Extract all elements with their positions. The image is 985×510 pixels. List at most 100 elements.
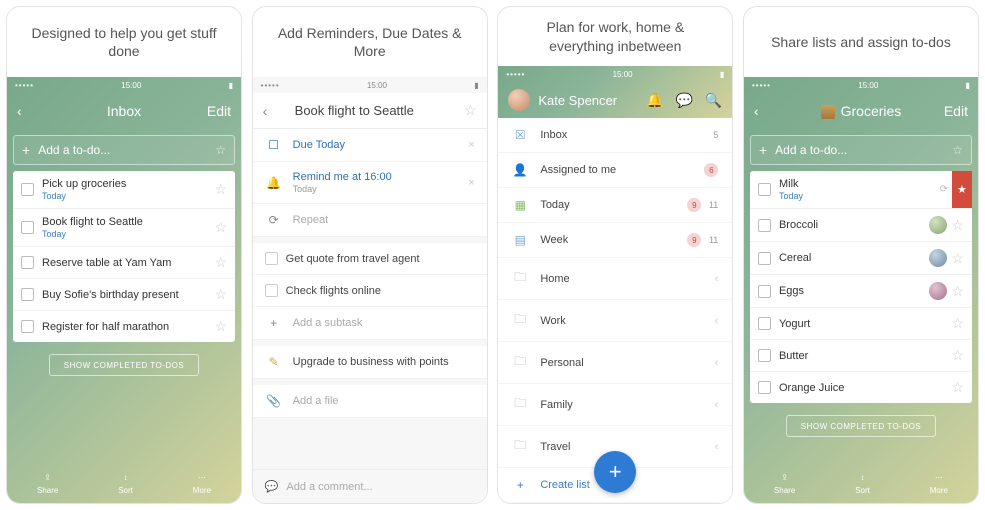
fab-add-button[interactable]: + — [594, 451, 636, 493]
add-todo-input[interactable]: + Add a to-do... ☆ — [750, 135, 972, 165]
clear-icon[interactable]: × — [468, 139, 474, 151]
star-icon[interactable]: ☆ — [951, 315, 964, 332]
repeat-row[interactable]: ⟳ Repeat — [253, 204, 487, 237]
share-button[interactable]: ⇪Share — [37, 473, 58, 495]
checkbox[interactable] — [758, 381, 771, 394]
todo-item[interactable]: Butter ☆ — [750, 340, 972, 372]
checkbox[interactable] — [21, 288, 34, 301]
comment-icon: 💬 — [265, 480, 279, 493]
star-icon[interactable]: ☆ — [951, 217, 964, 234]
show-completed-button[interactable]: SHOW COMPLETED TO-DOS — [786, 415, 936, 437]
edit-button[interactable]: Edit — [203, 103, 231, 119]
checkbox[interactable] — [21, 183, 34, 196]
todo-item[interactable]: Broccoli ☆ — [750, 209, 972, 242]
todo-item[interactable]: Reserve table at Yam Yam ☆ — [13, 247, 235, 279]
show-completed-button[interactable]: SHOW COMPLETED TO-DOS — [49, 354, 199, 376]
status-bar: ••••• 15:00 ▮ — [498, 66, 732, 82]
todo-item[interactable]: Yogurt ☆ — [750, 308, 972, 340]
share-button[interactable]: ⇪Share — [774, 473, 795, 495]
nav-title: Book flight to Seattle — [291, 103, 449, 118]
smart-item-today[interactable]: ▦ Today 911 — [498, 188, 732, 223]
status-time: 15:00 — [367, 81, 387, 90]
todo-item[interactable]: Cereal ☆ — [750, 242, 972, 275]
checkbox[interactable] — [758, 183, 771, 196]
checkbox[interactable] — [21, 256, 34, 269]
subtask-item[interactable]: Check flights online — [253, 275, 487, 307]
todo-item[interactable]: Register for half marathon ☆ — [13, 311, 235, 342]
bell-icon[interactable]: 🔔 — [646, 92, 663, 109]
star-icon: ☆ — [215, 143, 226, 157]
star-flag[interactable]: ★ — [952, 171, 972, 208]
star-icon[interactable]: ☆ — [951, 347, 964, 364]
chat-icon[interactable]: 💬 — [675, 92, 692, 109]
caption-4: Share lists and assign to-dos — [744, 7, 978, 77]
star-icon[interactable]: ☆ — [214, 219, 227, 236]
repeat-icon: ⟳ — [265, 213, 283, 227]
todo-item[interactable]: Book flight to SeattleToday ☆ — [13, 209, 235, 247]
plus-icon: + — [265, 316, 283, 330]
checkbox[interactable] — [265, 252, 278, 265]
edit-button[interactable]: Edit — [940, 103, 968, 119]
checkbox[interactable] — [265, 284, 278, 297]
smart-item-assigned[interactable]: 👤 Assigned to me 6 — [498, 153, 732, 188]
star-icon[interactable]: ☆ — [951, 250, 964, 267]
checkbox[interactable] — [758, 317, 771, 330]
todo-item[interactable]: MilkToday ⟳ ★ — [750, 171, 972, 209]
assignee-avatar — [929, 216, 947, 234]
checkbox[interactable] — [758, 219, 771, 232]
more-button[interactable]: ⋯More — [930, 473, 948, 495]
todo-item[interactable]: Eggs ☆ — [750, 275, 972, 308]
more-button[interactable]: ⋯More — [193, 473, 211, 495]
star-icon[interactable]: ☆ — [214, 318, 227, 335]
add-file-row[interactable]: 📎 Add a file — [253, 385, 487, 418]
detail-list: ☐ Due Today × 🔔 Remind me at 16:00Today … — [253, 129, 487, 237]
add-todo-input[interactable]: + Add a to-do... ☆ — [13, 135, 235, 165]
star-icon[interactable]: ☆ — [214, 286, 227, 303]
caption-3: Plan for work, home & everything inbetwe… — [498, 7, 732, 66]
todo-item[interactable]: Pick up groceriesToday ☆ — [13, 171, 235, 209]
nav-bar: ‹ Book flight to Seattle ☆ — [253, 93, 487, 129]
todo-item[interactable]: Orange Juice ☆ — [750, 372, 972, 403]
back-button[interactable]: ‹ — [263, 103, 291, 119]
checkbox[interactable] — [21, 221, 34, 234]
calendar-icon: ☐ — [265, 138, 283, 152]
back-button[interactable]: ‹ — [754, 103, 782, 119]
back-button[interactable]: ‹ — [17, 103, 45, 119]
checkbox[interactable] — [758, 349, 771, 362]
share-icon: ⇪ — [781, 473, 788, 485]
clear-icon[interactable]: × — [468, 177, 474, 189]
checkbox[interactable] — [758, 285, 771, 298]
due-date-row[interactable]: ☐ Due Today × — [253, 129, 487, 162]
add-comment-input[interactable]: 💬 Add a comment... — [253, 469, 487, 503]
note-row[interactable]: ✎ Upgrade to business with points — [253, 346, 487, 379]
plus-icon: + — [759, 142, 767, 158]
sort-button[interactable]: ↕Sort — [118, 473, 133, 495]
status-time: 15:00 — [858, 81, 878, 90]
folder-icon: 🗀 — [512, 310, 528, 331]
repeat-icon: ⟳ — [940, 184, 948, 195]
signal-icon: ••••• — [506, 70, 525, 79]
folder-personal[interactable]: 🗀Personal‹ — [498, 342, 732, 384]
smart-item-week[interactable]: ▤ Week 911 — [498, 223, 732, 258]
star-icon[interactable]: ☆ — [951, 379, 964, 396]
sort-button[interactable]: ↕Sort — [855, 473, 870, 495]
assignee-avatar — [929, 249, 947, 267]
folder-icon: 🗀 — [512, 436, 528, 457]
folder-family[interactable]: 🗀Family‹ — [498, 384, 732, 426]
avatar[interactable] — [508, 89, 530, 111]
checkbox[interactable] — [758, 252, 771, 265]
checkbox[interactable] — [21, 320, 34, 333]
star-button[interactable]: ☆ — [449, 102, 477, 119]
todo-item[interactable]: Buy Sofie's birthday present ☆ — [13, 279, 235, 311]
smart-item-inbox[interactable]: ☒ Inbox 5 — [498, 118, 732, 153]
folder-home[interactable]: 🗀Home‹ — [498, 258, 732, 300]
star-icon[interactable]: ☆ — [951, 283, 964, 300]
star-icon[interactable]: ☆ — [214, 254, 227, 271]
add-subtask-row[interactable]: + Add a subtask — [253, 307, 487, 340]
star-icon[interactable]: ☆ — [214, 181, 227, 198]
reminder-row[interactable]: 🔔 Remind me at 16:00Today × — [253, 162, 487, 204]
subtask-item[interactable]: Get quote from travel agent — [253, 243, 487, 275]
plus-icon: + — [22, 142, 30, 158]
search-icon[interactable]: 🔍 — [705, 92, 722, 109]
folder-work[interactable]: 🗀Work‹ — [498, 300, 732, 342]
